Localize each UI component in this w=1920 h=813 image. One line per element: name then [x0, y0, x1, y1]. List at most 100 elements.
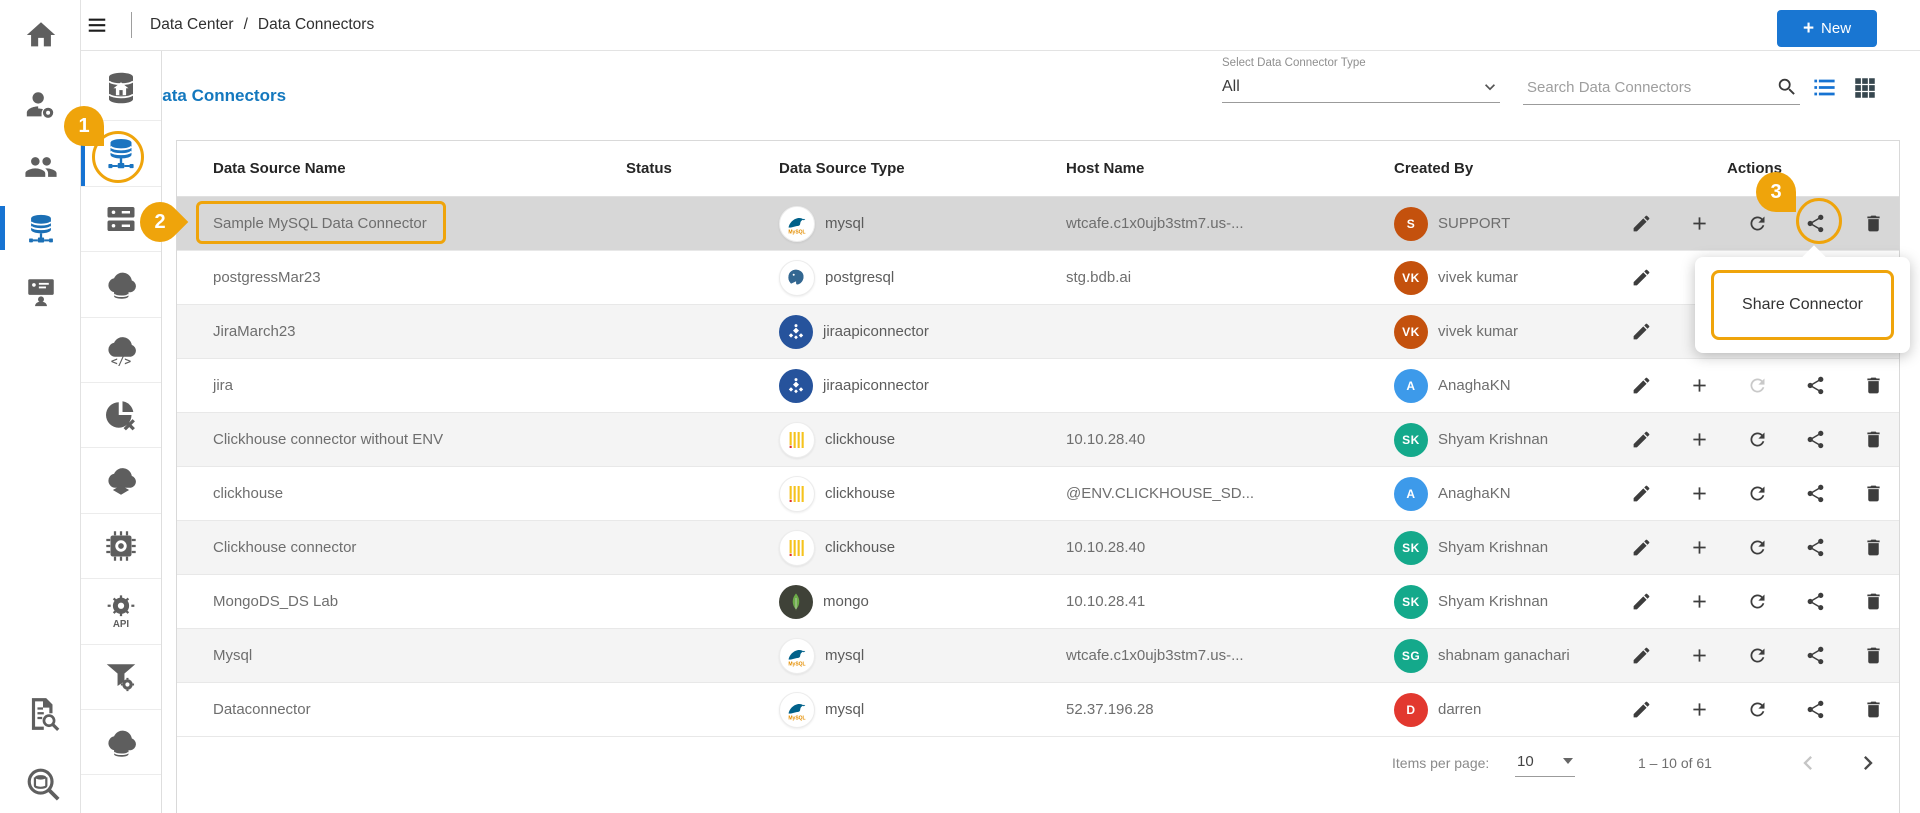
- api-gear-icon[interactable]: [80, 579, 161, 645]
- share-action-button[interactable]: [1798, 477, 1832, 511]
- refresh-action-button[interactable]: [1740, 477, 1774, 511]
- data-source-name[interactable]: Clickhouse connector: [213, 539, 626, 556]
- active-indicator-bar: [0, 206, 5, 250]
- breadcrumb-data-connectors[interactable]: Data Connectors: [258, 16, 374, 34]
- delete-action-button[interactable]: [1856, 639, 1890, 673]
- user-settings-icon[interactable]: [24, 88, 58, 122]
- edit-action-button[interactable]: [1624, 693, 1658, 727]
- add-action-button[interactable]: [1682, 693, 1716, 727]
- jira-logo-icon: [779, 314, 813, 349]
- delete-action-button[interactable]: [1856, 207, 1890, 241]
- clickhouse-logo-icon: [779, 529, 815, 566]
- add-action-button[interactable]: [1682, 207, 1716, 241]
- connector-type-select[interactable]: Select Data Connector Type All: [1222, 57, 1500, 121]
- edit-action-button[interactable]: [1624, 369, 1658, 403]
- home-icon[interactable]: [24, 18, 58, 52]
- data-source-name[interactable]: MongoDS_DS Lab: [213, 593, 626, 610]
- users-group-icon[interactable]: [24, 150, 58, 184]
- delete-action-button[interactable]: [1856, 477, 1890, 511]
- data-source-name[interactable]: Dataconnector: [213, 701, 626, 718]
- row-actions: [1624, 693, 1904, 727]
- data-source-name[interactable]: clickhouse: [213, 485, 626, 502]
- edit-action-button[interactable]: [1624, 585, 1658, 619]
- breadcrumb-data-center[interactable]: Data Center: [150, 16, 234, 34]
- add-action-button[interactable]: [1682, 531, 1716, 565]
- data-source-name[interactable]: postgressMar23: [213, 269, 626, 286]
- document-search-icon[interactable]: [24, 695, 62, 733]
- delete-action-button[interactable]: [1856, 585, 1890, 619]
- share-action-button[interactable]: [1798, 423, 1832, 457]
- search-icon[interactable]: [1776, 75, 1800, 99]
- refresh-action-button[interactable]: [1740, 639, 1774, 673]
- creator-name: shabnam ganachari: [1438, 647, 1570, 664]
- header-divider: [131, 12, 132, 38]
- edit-action-button[interactable]: [1624, 423, 1658, 457]
- share-action-button[interactable]: [1798, 585, 1832, 619]
- delete-action-button[interactable]: [1856, 693, 1890, 727]
- search-input[interactable]: [1523, 78, 1776, 96]
- items-per-page-select[interactable]: 10: [1515, 746, 1575, 777]
- cloud-layers-icon[interactable]: [80, 448, 161, 514]
- page-range-label: 1 – 10 of 61: [1638, 755, 1712, 771]
- col-created-by: Created By: [1394, 160, 1474, 177]
- grid-view-icon[interactable]: [1852, 75, 1878, 101]
- share-action-button[interactable]: [1798, 639, 1832, 673]
- data-source-name[interactable]: Clickhouse connector without ENV: [213, 431, 626, 448]
- menu-icon[interactable]: [84, 14, 110, 36]
- funnel-gear-icon[interactable]: [80, 645, 161, 710]
- chart-transfer-icon[interactable]: [80, 383, 161, 449]
- chevron-left-icon: [1794, 749, 1822, 777]
- refresh-action-button[interactable]: [1740, 531, 1774, 565]
- delete-action-button[interactable]: [1856, 369, 1890, 403]
- add-action-button[interactable]: [1682, 639, 1716, 673]
- edit-action-button[interactable]: [1624, 315, 1658, 349]
- annotation-badge-1: 1: [64, 106, 104, 146]
- share-action-button[interactable]: [1798, 693, 1832, 727]
- share-action-button[interactable]: [1798, 531, 1832, 565]
- database-network-icon[interactable]: [24, 212, 58, 246]
- chevron-down-icon: [1480, 77, 1500, 97]
- refresh-action-button[interactable]: [1740, 423, 1774, 457]
- cloud-database-icon[interactable]: [80, 252, 161, 318]
- delete-action-button[interactable]: [1856, 423, 1890, 457]
- new-button[interactable]: + New: [1777, 10, 1877, 47]
- col-status: Status: [626, 160, 672, 177]
- edit-action-button[interactable]: [1624, 639, 1658, 673]
- avatar: VK: [1394, 260, 1428, 295]
- data-source-name[interactable]: Mysql: [213, 647, 626, 664]
- table-row: Mysql MySQL mysql wtcafe.c1x0ujb3stm7.us-…: [177, 629, 1899, 683]
- presentation-user-icon[interactable]: [24, 275, 58, 309]
- edit-action-button[interactable]: [1624, 207, 1658, 241]
- refresh-action-button[interactable]: [1740, 207, 1774, 241]
- created-by-cell: SK Shyam Krishnan: [1394, 530, 1624, 565]
- add-action-button[interactable]: [1682, 585, 1716, 619]
- chip-gear-icon[interactable]: [80, 514, 161, 580]
- next-page-button[interactable]: [1854, 749, 1882, 777]
- share-action-button[interactable]: [1798, 369, 1832, 403]
- data-source-name[interactable]: jira: [213, 377, 626, 394]
- share-connector-menu-item[interactable]: Share Connector: [1711, 270, 1894, 340]
- col-data-source-name: Data Source Name: [213, 160, 346, 177]
- add-action-button[interactable]: [1682, 477, 1716, 511]
- cloud-database-icon-2[interactable]: [80, 710, 161, 776]
- cloud-code-icon[interactable]: [80, 318, 161, 383]
- paginator: Items per page: 10 1 – 10 of 61: [176, 736, 1900, 790]
- add-action-button[interactable]: [1682, 423, 1716, 457]
- delete-action-button[interactable]: [1856, 531, 1890, 565]
- created-by-cell: A AnaghaKN: [1394, 476, 1624, 511]
- refresh-action-button[interactable]: [1740, 585, 1774, 619]
- caret-down-icon: [1563, 758, 1573, 764]
- data-source-name[interactable]: JiraMarch23: [213, 323, 626, 340]
- list-view-icon[interactable]: [1810, 74, 1839, 101]
- database-search-icon[interactable]: [24, 765, 62, 803]
- created-by-cell: SG shabnam ganachari: [1394, 638, 1624, 673]
- edit-action-button[interactable]: [1624, 261, 1658, 295]
- avatar: SK: [1394, 584, 1428, 619]
- edit-action-button[interactable]: [1624, 531, 1658, 565]
- edit-action-button[interactable]: [1624, 477, 1658, 511]
- avatar: S: [1394, 206, 1428, 241]
- refresh-action-button[interactable]: [1740, 693, 1774, 727]
- creator-name: Shyam Krishnan: [1438, 539, 1549, 556]
- chevron-right-icon: [1854, 749, 1882, 777]
- add-action-button[interactable]: [1682, 369, 1716, 403]
